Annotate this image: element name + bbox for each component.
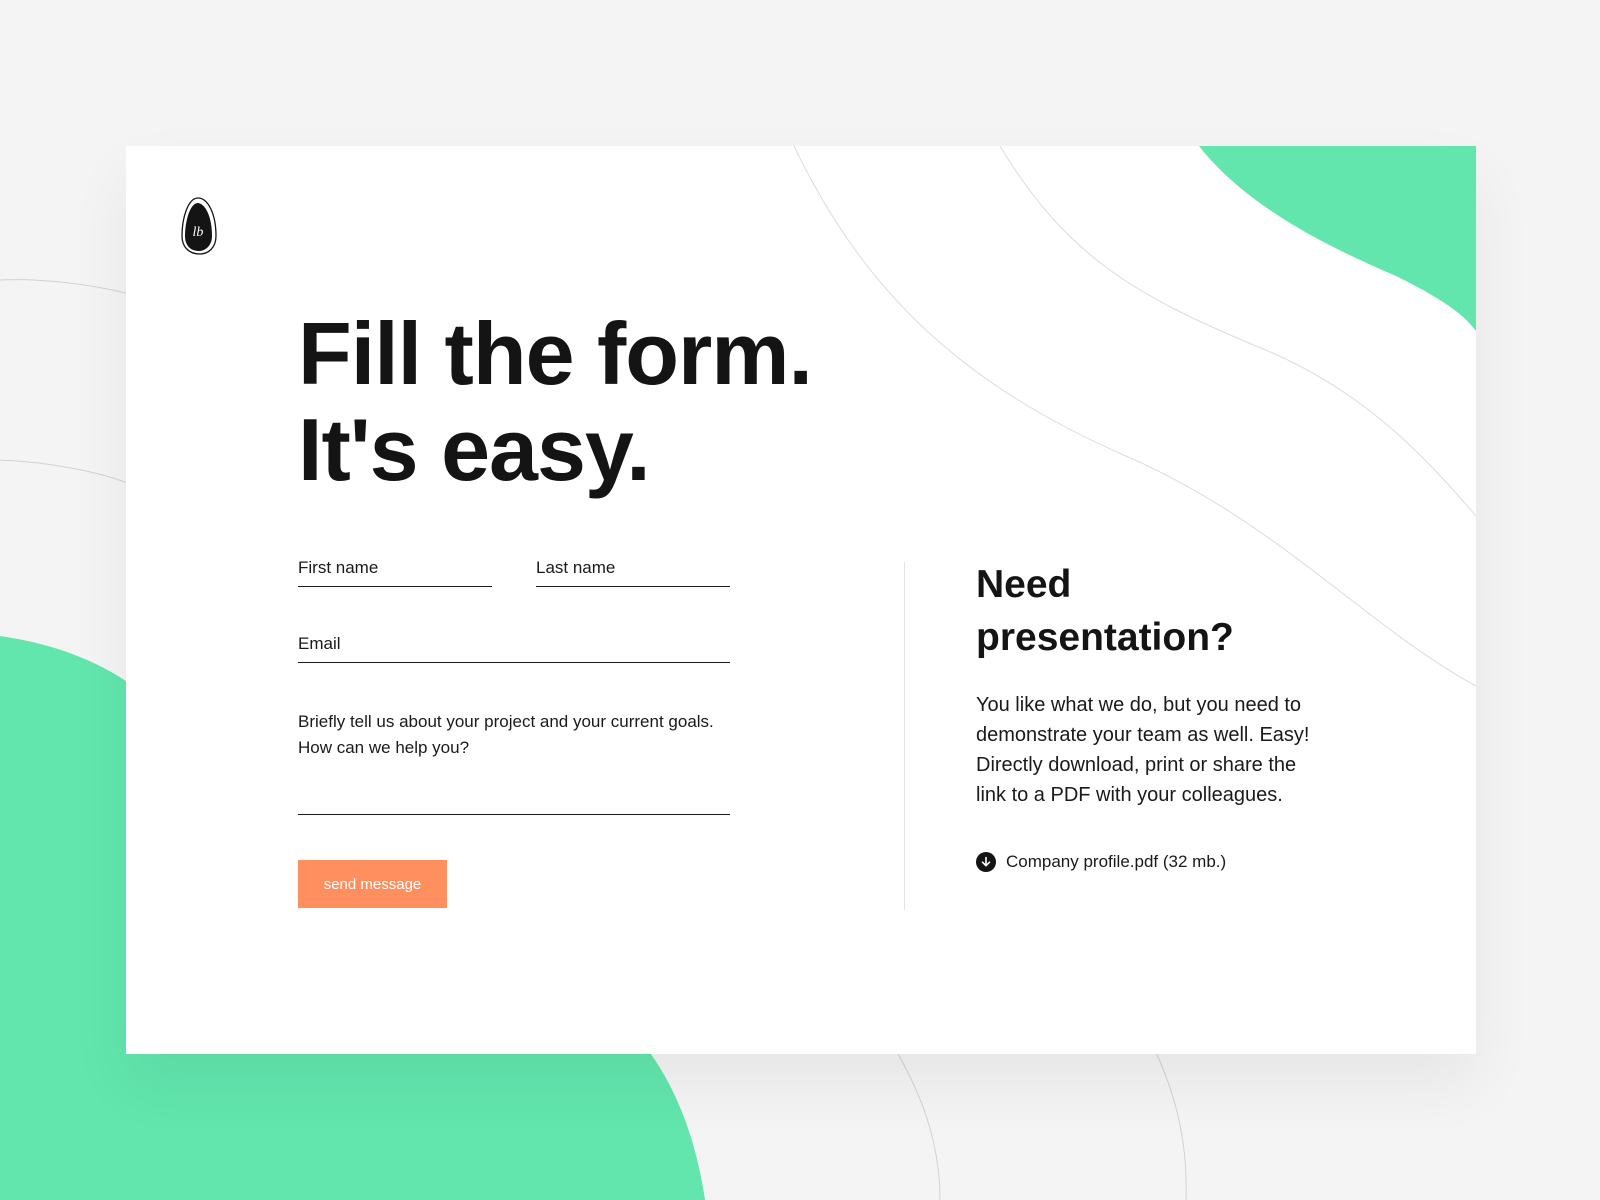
description-line: demonstrate your team as well. Easy!	[976, 724, 1310, 746]
brand-logo[interactable]: lb	[180, 196, 218, 256]
message-label-line-1: Briefly tell us about your project and y…	[298, 712, 714, 731]
description-line: You like what we do, but you need to	[976, 694, 1302, 716]
description-line: link to a PDF with your colleagues.	[976, 784, 1283, 806]
first-name-field[interactable]: First name	[298, 550, 492, 587]
column-divider	[904, 562, 905, 910]
message-label-line-2: How can we help you?	[298, 738, 470, 757]
description-line: Directly download, print or share the	[976, 754, 1297, 776]
page-title-line-2: It's easy.	[298, 400, 651, 499]
last-name-input[interactable]	[536, 554, 730, 584]
card-decoration	[793, 146, 1476, 687]
send-message-button[interactable]: send message	[298, 860, 447, 908]
email-input[interactable]	[298, 630, 730, 660]
message-field[interactable]	[298, 772, 730, 815]
download-icon	[976, 852, 996, 872]
download-label: Company profile.pdf (32 mb.)	[1006, 852, 1227, 871]
download-link[interactable]: Company profile.pdf (32 mb.)	[976, 852, 1226, 872]
presentation-title: Need presentation?	[976, 558, 1234, 664]
page-title: Fill the form. It's easy.	[298, 304, 813, 499]
last-name-field[interactable]: Last name	[536, 550, 730, 587]
page-title-line-1: Fill the form.	[298, 304, 813, 403]
logo-text: lb	[193, 225, 204, 240]
first-name-input[interactable]	[298, 554, 492, 584]
presentation-title-line-2: presentation?	[976, 616, 1234, 659]
contact-card: lb Fill the form. It's easy. First name …	[126, 146, 1476, 1054]
message-label: Briefly tell us about your project and y…	[298, 709, 714, 761]
presentation-title-line-1: Need	[976, 563, 1072, 606]
message-input[interactable]	[298, 782, 730, 812]
email-field[interactable]: Email	[298, 626, 730, 663]
presentation-description: You like what we do, but you need to dem…	[976, 690, 1309, 810]
